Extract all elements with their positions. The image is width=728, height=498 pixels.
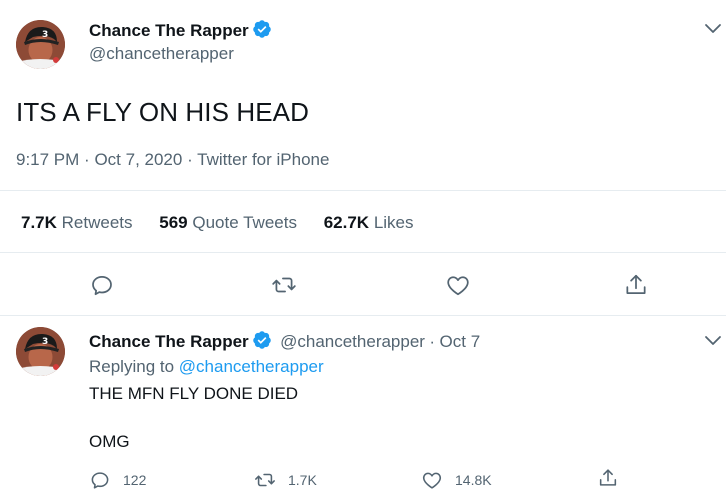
retweet-button[interactable]: 1.7K bbox=[254, 469, 317, 491]
likes-count: 62.7K bbox=[323, 213, 370, 232]
chevron-down-icon[interactable] bbox=[701, 328, 725, 352]
author-handle[interactable]: @chancetherapper bbox=[89, 44, 234, 64]
tweet-text: ITS A FLY ON HIS HEAD bbox=[16, 97, 310, 127]
meta-separator: · bbox=[187, 150, 193, 169]
avatar-image: 3 bbox=[16, 327, 65, 376]
avatar[interactable]: 3 bbox=[16, 20, 65, 69]
share-button[interactable] bbox=[597, 467, 619, 489]
retweets-label: Retweets bbox=[61, 213, 133, 232]
tweet-stats: 7.7K Retweets 569 Quote Tweets 62.7K Lik… bbox=[21, 213, 436, 233]
likes-label: Likes bbox=[373, 213, 414, 232]
retweet-icon bbox=[255, 473, 275, 487]
verified-badge-icon bbox=[252, 330, 272, 355]
quote-tweets-stat[interactable]: 569 Quote Tweets bbox=[159, 213, 297, 233]
reply-icon[interactable] bbox=[89, 272, 115, 298]
likes-stat[interactable]: 62.7K Likes bbox=[324, 213, 414, 233]
replying-handle-link[interactable]: @chancetherapper bbox=[179, 357, 324, 376]
reply-avatar[interactable]: 3 bbox=[16, 327, 65, 376]
like-button[interactable]: 14.8K bbox=[421, 469, 492, 491]
reply-icon bbox=[91, 472, 109, 489]
reply-author-handle[interactable]: @chancetherapper bbox=[280, 332, 425, 351]
replying-to: Replying to @chancetherapper bbox=[89, 357, 324, 377]
svg-text:3: 3 bbox=[42, 337, 48, 347]
verified-badge-icon bbox=[252, 19, 272, 44]
reply-text-line-1: THE MFN FLY DONE DIED bbox=[89, 384, 299, 403]
reply-text-line-2: OMG bbox=[89, 432, 130, 451]
divider bbox=[0, 252, 726, 253]
reply-date[interactable]: Oct 7 bbox=[440, 332, 481, 351]
quotes-count: 569 bbox=[159, 213, 188, 232]
tweet-time[interactable]: 9:17 PM bbox=[16, 150, 79, 169]
tweet-meta: 9:17 PM · Oct 7, 2020 · Twitter for iPho… bbox=[16, 150, 329, 170]
tweet-source[interactable]: Twitter for iPhone bbox=[197, 150, 329, 169]
author-row: Chance The Rapper bbox=[89, 19, 272, 44]
meta-separator: · bbox=[84, 150, 90, 169]
retweet-count: 1.7K bbox=[288, 472, 317, 488]
tweet-date[interactable]: Oct 7, 2020 bbox=[94, 150, 182, 169]
meta-separator: · bbox=[429, 332, 436, 351]
reply-author-name[interactable]: Chance The Rapper bbox=[89, 332, 249, 351]
share-icon[interactable] bbox=[623, 272, 649, 298]
author-name[interactable]: Chance The Rapper bbox=[89, 21, 249, 40]
share-icon bbox=[599, 469, 617, 486]
quotes-label: Quote Tweets bbox=[192, 213, 297, 232]
heart-icon bbox=[422, 472, 442, 489]
reply-count: 122 bbox=[123, 472, 147, 488]
retweets-count: 7.7K bbox=[21, 213, 57, 232]
reply-author-row: Chance The Rapper @chancetherapper · Oct… bbox=[89, 330, 480, 355]
reply-button[interactable]: 122 bbox=[89, 469, 146, 491]
like-count: 14.8K bbox=[455, 472, 492, 488]
svg-text:3: 3 bbox=[42, 30, 48, 40]
divider bbox=[0, 315, 726, 316]
replying-label: Replying to bbox=[89, 357, 175, 376]
avatar-image: 3 bbox=[16, 20, 65, 69]
heart-icon[interactable] bbox=[445, 272, 471, 298]
divider bbox=[0, 190, 726, 191]
chevron-down-icon[interactable] bbox=[701, 16, 725, 40]
retweet-icon[interactable] bbox=[271, 272, 297, 298]
retweets-stat[interactable]: 7.7K Retweets bbox=[21, 213, 133, 233]
